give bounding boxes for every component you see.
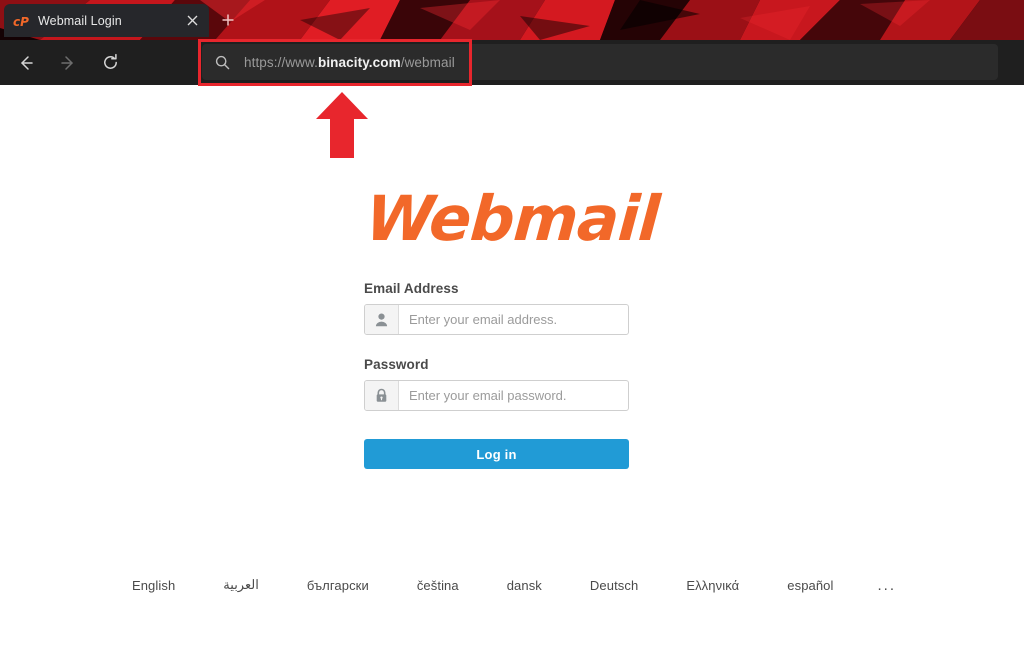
password-field-label: Password xyxy=(364,357,429,372)
search-icon xyxy=(212,52,232,72)
password-input-wrapper[interactable] xyxy=(364,380,629,411)
back-button[interactable] xyxy=(8,45,44,81)
reload-icon xyxy=(103,53,117,69)
reload-button[interactable] xyxy=(92,45,128,81)
url-path: /webmail xyxy=(400,54,455,70)
browser-tab[interactable]: cP Webmail Login xyxy=(4,4,209,37)
url-host: binacity.com xyxy=(317,54,401,70)
language-selector: English العربية български čeština dansk … xyxy=(0,577,1024,593)
address-bar[interactable]: https://www.binacity.com/webmail xyxy=(202,44,998,80)
email-input-wrapper[interactable] xyxy=(364,304,629,335)
language-link-czech[interactable]: čeština xyxy=(393,578,483,593)
address-bar-url: https://www.binacity.com/webmail xyxy=(244,55,455,70)
lock-icon xyxy=(365,381,399,410)
tab-strip: cP Webmail Login xyxy=(0,0,1024,40)
url-scheme: https://www. xyxy=(244,54,318,70)
language-link-danish[interactable]: dansk xyxy=(483,578,566,593)
language-link-bulgarian[interactable]: български xyxy=(283,578,393,593)
cpanel-cp-icon: cP xyxy=(12,12,30,30)
form-spacer xyxy=(364,335,629,357)
email-input[interactable] xyxy=(399,305,628,334)
language-link-german[interactable]: Deutsch xyxy=(566,578,662,593)
webmail-logo: Webmail xyxy=(0,182,1024,255)
language-link-greek[interactable]: Ελληνικά xyxy=(662,578,763,593)
plus-icon xyxy=(222,14,234,26)
webmail-login-page: Webmail Email Address Password xyxy=(0,85,1024,665)
annotation-arrow-up-icon xyxy=(316,92,368,158)
language-link-arabic[interactable]: العربية xyxy=(199,577,283,593)
language-more-button[interactable]: ... xyxy=(858,578,917,593)
browser-chrome: cP Webmail Login https://www.binacity.co… xyxy=(0,0,1024,85)
email-field-label: Email Address xyxy=(364,281,459,296)
browser-window: cP Webmail Login https://www.binacity.co… xyxy=(0,0,1024,665)
login-form: Email Address Password xyxy=(364,281,629,469)
arrow-left-icon xyxy=(21,55,33,70)
arrow-right-icon xyxy=(61,55,73,70)
language-link-spanish[interactable]: español xyxy=(763,578,857,593)
close-icon[interactable] xyxy=(183,12,201,30)
language-link-english[interactable]: English xyxy=(108,578,199,593)
webmail-logo-text: Webmail xyxy=(363,182,661,255)
password-input[interactable] xyxy=(399,381,628,410)
user-icon xyxy=(365,305,399,334)
new-tab-button[interactable] xyxy=(217,9,239,31)
tab-title: Webmail Login xyxy=(38,13,122,28)
forward-button[interactable] xyxy=(50,45,86,81)
login-button[interactable]: Log in xyxy=(364,439,629,469)
svg-text:cP: cP xyxy=(13,15,29,29)
